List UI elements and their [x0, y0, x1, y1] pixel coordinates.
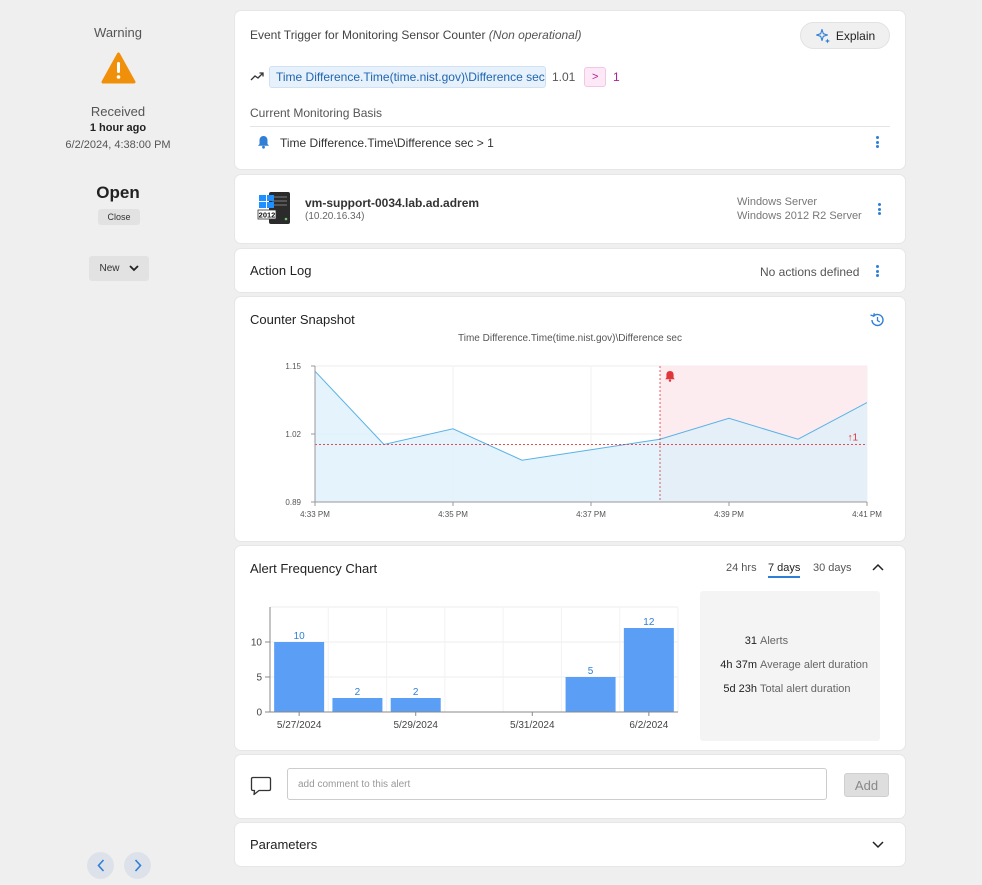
close-button[interactable]: Close	[98, 209, 140, 225]
received-ago: 1 hour ago	[89, 122, 147, 134]
alert-stats-panel: 31 Alerts 4h 37m Average alert duration …	[700, 591, 880, 741]
comment-card: Add	[235, 755, 905, 818]
current-value: 1.01	[552, 70, 576, 84]
basis-divider	[250, 126, 890, 127]
device-ip: (10.20.16.34)	[305, 211, 365, 222]
add-comment-button[interactable]: Add	[844, 773, 889, 797]
trigger-title-text: Event Trigger for Monitoring Sensor Coun…	[250, 28, 486, 42]
alert-status-panel: Warning Received 1 hour ago 6/2/2024, 4:…	[0, 0, 236, 885]
device-name[interactable]: vm-support-0034.lab.ad.adrem	[305, 196, 479, 210]
y-tick-label: 0	[256, 708, 262, 719]
bar[interactable]	[623, 628, 674, 712]
bar-value-label: 2	[355, 687, 361, 698]
y-tick-label: 0.89	[285, 498, 301, 507]
action-log-title: Action Log	[250, 263, 312, 278]
counter-snapshot-card: Counter Snapshot Time Difference.Time(ti…	[235, 297, 905, 541]
parameters-card[interactable]: Parameters	[235, 823, 905, 866]
parameters-title: Parameters	[250, 837, 318, 852]
previous-alert-button[interactable]	[87, 852, 114, 879]
state-dropdown-value: New	[99, 263, 120, 274]
x-tick-label: 4:39 PM	[714, 510, 744, 519]
x-tick-label: 5/27/2024	[277, 720, 322, 731]
trigger-title-note: (Non operational)	[488, 28, 582, 42]
tab-24-hrs[interactable]: 24 hrs	[726, 562, 757, 574]
basis-menu-button[interactable]	[870, 134, 884, 150]
x-tick-label: 5/29/2024	[393, 720, 438, 731]
bar[interactable]	[274, 642, 325, 712]
action-log-status: No actions defined	[760, 265, 860, 279]
operator-chip: >	[584, 67, 607, 87]
tab-7-days[interactable]: 7 days	[768, 562, 801, 578]
bar-value-label: 12	[643, 617, 655, 628]
x-tick-label: 4:35 PM	[438, 510, 468, 519]
state-dropdown[interactable]: New	[89, 256, 149, 281]
x-tick-label: 4:37 PM	[576, 510, 606, 519]
basis-rule: Time Difference.Time\Difference sec > 1	[280, 136, 494, 150]
received-datetime: 6/2/2024, 4:38:00 PM	[65, 139, 171, 151]
bar-value-label: 2	[413, 687, 419, 698]
alert-frequency-bar-chart: 10 2 2 5 12 0 5 10 5/27/2024 5/29/2024 5/31/2024 6…	[251, 606, 679, 731]
action-log-card: Action Log No actions defined	[235, 249, 905, 292]
severity-label: Warning	[94, 25, 142, 40]
comment-input[interactable]	[287, 768, 827, 800]
next-alert-button[interactable]	[124, 852, 151, 879]
stat-alerts-value: 31	[744, 635, 757, 647]
device-os-line1: Windows Server	[737, 196, 818, 208]
chevron-right-icon	[134, 859, 142, 872]
chevron-down-icon[interactable]	[872, 841, 884, 849]
stat-average-duration-label: Average alert duration	[760, 659, 869, 671]
counter-chip[interactable]: Time Difference.Time(time.nist.gov)\Diff…	[269, 66, 546, 88]
chevron-left-icon	[96, 859, 104, 872]
chevron-up-icon[interactable]	[872, 563, 884, 571]
tab-30-days[interactable]: 30 days	[813, 562, 852, 574]
basis-label: Current Monitoring Basis	[250, 106, 383, 120]
x-tick-label: 4:41 PM	[852, 510, 882, 519]
stat-average-duration-value: 4h 37m	[720, 659, 757, 671]
trend-up-icon	[250, 72, 264, 81]
alert-frequency-card: Alert Frequency Chart 24 hrs 7 days 30 d…	[235, 546, 905, 750]
explain-label: Explain	[835, 28, 876, 43]
stat-total-duration-label: Total alert duration	[760, 683, 851, 695]
trigger-title: Event Trigger for Monitoring Sensor Coun…	[250, 28, 582, 42]
device-card: 2012 vm-support-0034.lab.ad.adrem (10.20…	[235, 175, 905, 243]
windows-badge-text: 2012	[259, 211, 276, 220]
warning-icon	[101, 52, 136, 84]
bar-value-label: 5	[588, 666, 594, 677]
stat-alerts-label: Alerts	[760, 635, 789, 647]
bell-icon	[258, 136, 269, 149]
y-tick-label: 1.15	[285, 362, 301, 371]
y-tick-label: 10	[251, 638, 263, 649]
bar-value-label: 10	[294, 631, 306, 642]
received-label: Received	[90, 104, 146, 119]
y-tick-label: 5	[256, 673, 262, 684]
comment-icon	[250, 776, 272, 796]
bar[interactable]	[565, 677, 616, 712]
counter-line-chart: ↑1 0.89 1.02 1.15 4:33 PM 4:35 PM 4:37 PM 4:39…	[285, 362, 882, 519]
explain-button[interactable]: Explain	[800, 22, 890, 49]
x-tick-label: 4:33 PM	[300, 510, 330, 519]
bar[interactable]	[390, 698, 441, 712]
stat-total-duration-value: 5d 23h	[723, 683, 757, 695]
y-tick-label: 1.02	[285, 430, 301, 439]
chevron-down-icon	[128, 265, 139, 272]
bar[interactable]	[332, 698, 383, 712]
threshold-value: 1	[613, 70, 620, 84]
device-menu-button[interactable]	[872, 201, 886, 217]
x-tick-label: 6/2/2024	[629, 720, 668, 731]
threshold-marker: ↑1	[847, 432, 858, 443]
action-log-menu-button[interactable]	[870, 263, 884, 279]
sparkle-icon	[815, 28, 830, 43]
trigger-card: Event Trigger for Monitoring Sensor Coun…	[235, 11, 905, 169]
x-tick-label: 5/31/2024	[510, 720, 555, 731]
device-os-line2: Windows 2012 R2 Server	[737, 210, 862, 222]
alert-state: Open	[96, 183, 140, 202]
windows-server-icon: 2012	[257, 192, 290, 224]
